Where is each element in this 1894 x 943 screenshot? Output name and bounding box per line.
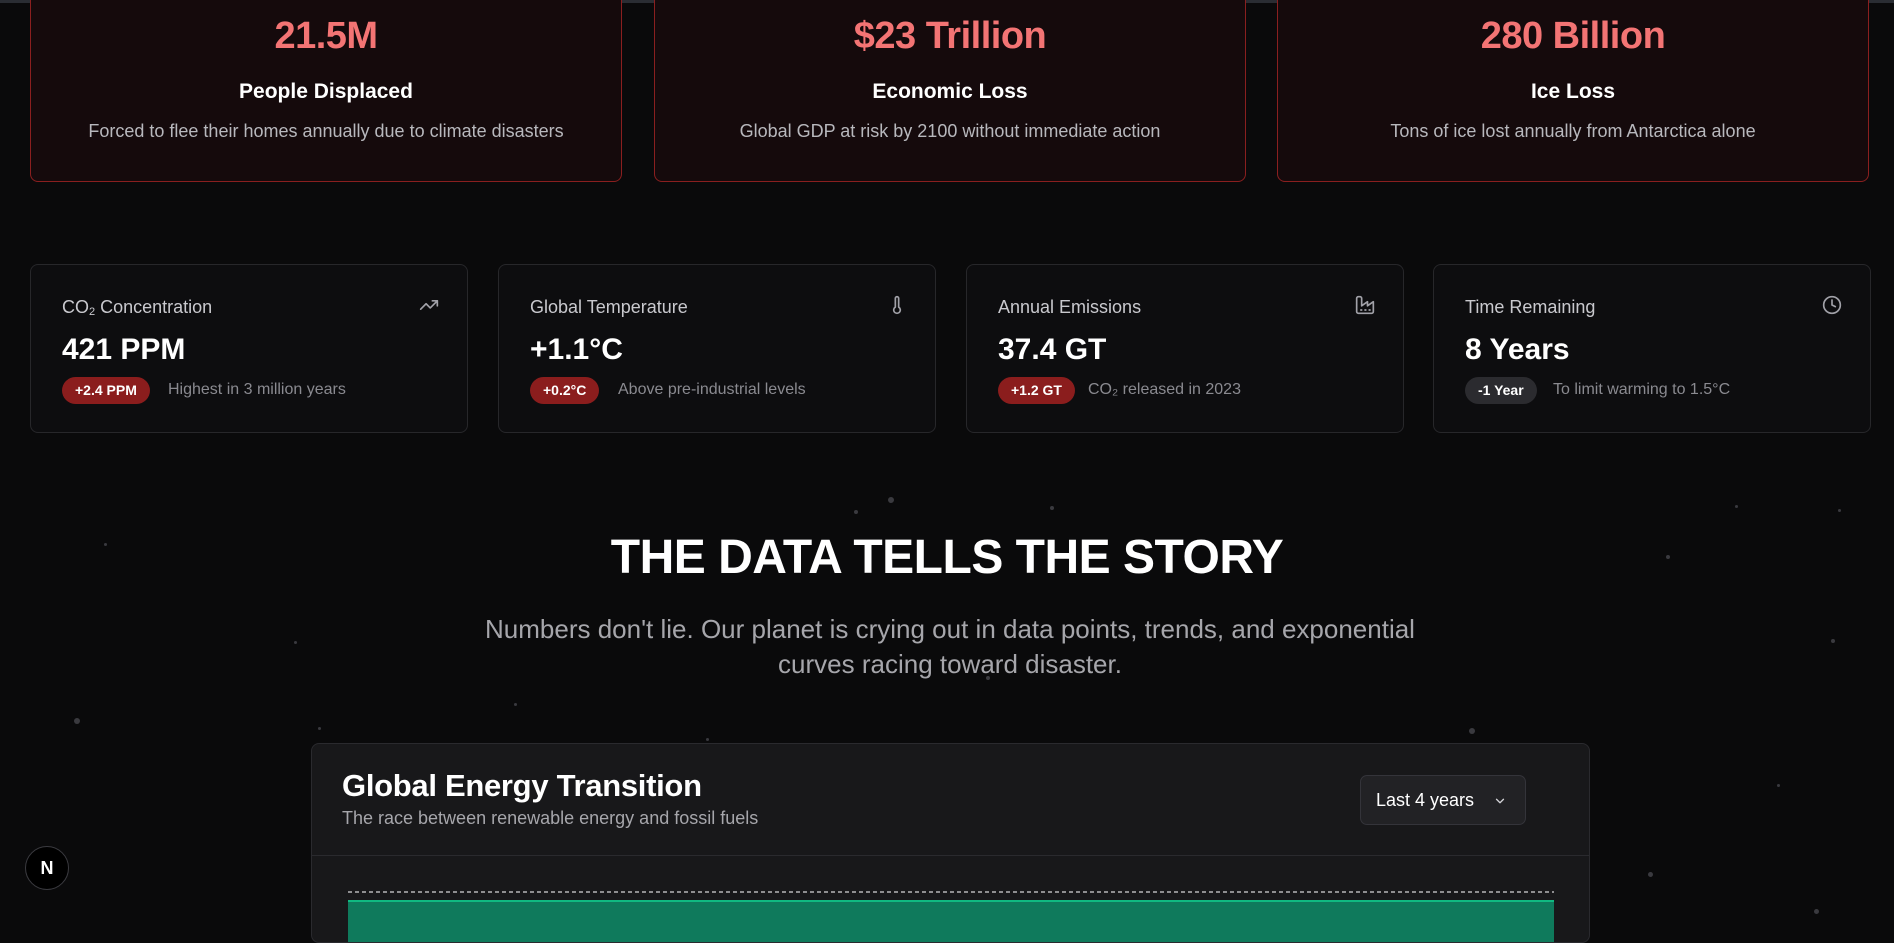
star-dot (1831, 639, 1835, 643)
star-dot (514, 703, 517, 706)
impact-title: Economic Loss (872, 80, 1028, 103)
nextjs-logo-letter: N (40, 858, 54, 878)
impact-description: Global GDP at risk by 2100 without immed… (739, 121, 1161, 141)
chevron-down-icon (1495, 798, 1505, 804)
stat-note: Highest in 3 million years (168, 381, 346, 398)
time-range-value: Last 4 years (1376, 790, 1475, 810)
stat-change-badge: +2.4 PPM (62, 377, 150, 404)
stat-change-badge: -1 Year (1465, 377, 1537, 404)
star-dot (1469, 728, 1475, 734)
stat-label-text: Concentration (95, 297, 213, 317)
trending-up-icon (419, 300, 439, 310)
star-dot (1814, 909, 1819, 914)
star-dot (888, 497, 894, 503)
star-dot (1648, 872, 1653, 877)
impact-card-people-displaced: 21.5M People Displaced Forced to flee th… (30, 0, 622, 182)
stat-note: To limit warming to 1.5°C (1553, 381, 1731, 398)
star-dot (1777, 784, 1780, 787)
stat-value: +1.1°C (530, 333, 623, 366)
chart-plot-area (348, 891, 1554, 942)
stat-note: Above pre-industrial levels (618, 381, 806, 398)
chart-area-renewable (348, 901, 1554, 942)
impact-value: $23 Trillion (853, 15, 1047, 57)
impact-description: Tons of ice lost annually from Antarctic… (1390, 121, 1756, 141)
stat-label: CO2 Concentration (62, 297, 212, 318)
stat-value: 421 PPM (62, 333, 186, 366)
stat-change-badge: +1.2 GT (998, 377, 1075, 404)
stat-card-time-remaining: Time Remaining 8 Years -1 Year To limit … (1433, 264, 1871, 433)
section-subtitle: Numbers don't lie. Our planet is crying … (485, 614, 1415, 679)
chart-title: Global Energy Transition (342, 768, 702, 803)
star-dot (1838, 509, 1841, 512)
impact-value: 21.5M (274, 15, 378, 57)
star-dot (854, 510, 858, 514)
stat-note: CO₂ released in 2023 (1088, 381, 1241, 398)
star-dot (74, 718, 80, 724)
stat-card-emissions: Annual Emissions 37.4 GT +1.2 GT CO₂ rel… (966, 264, 1404, 433)
star-dot (1735, 505, 1738, 508)
nextjs-dev-badge[interactable]: N (25, 846, 69, 890)
factory-icon (1355, 295, 1375, 315)
stat-label: Global Temperature (530, 297, 688, 317)
time-range-select[interactable]: Last 4 years (1360, 775, 1526, 825)
thermometer-icon (892, 295, 902, 315)
star-dot (318, 727, 321, 730)
impact-card-ice-loss: 280 Billion Ice Loss Tons of ice lost an… (1277, 0, 1869, 182)
impact-description: Forced to flee their homes annually due … (88, 121, 564, 141)
stat-card-co2: CO2 Concentration 421 PPM +2.4 PPM Highe… (30, 264, 468, 433)
impact-value: 280 Billion (1480, 15, 1666, 57)
energy-transition-chart-panel: Global Energy Transition The race betwee… (311, 743, 1590, 943)
stat-change-badge: +0.2°C (530, 377, 600, 404)
chart-subtitle: The race between renewable energy and fo… (342, 808, 759, 828)
section-title: THE DATA TELLS THE STORY (610, 531, 1284, 584)
stat-label-text: CO (62, 297, 89, 317)
star-dot (1050, 506, 1054, 510)
impact-card-economic-loss: $23 Trillion Economic Loss Global GDP at… (654, 0, 1246, 182)
star-dot (706, 738, 709, 741)
stat-card-temperature: Global Temperature +1.1°C +0.2°C Above p… (498, 264, 936, 433)
clock-icon (1822, 295, 1842, 315)
stat-value: 8 Years (1465, 333, 1570, 366)
impact-title: People Displaced (239, 80, 413, 103)
stat-label: Annual Emissions (998, 297, 1142, 317)
star-dot (294, 641, 297, 644)
stat-label: Time Remaining (1465, 297, 1596, 317)
stat-value: 37.4 GT (998, 333, 1107, 366)
impact-title: Ice Loss (1530, 80, 1616, 103)
